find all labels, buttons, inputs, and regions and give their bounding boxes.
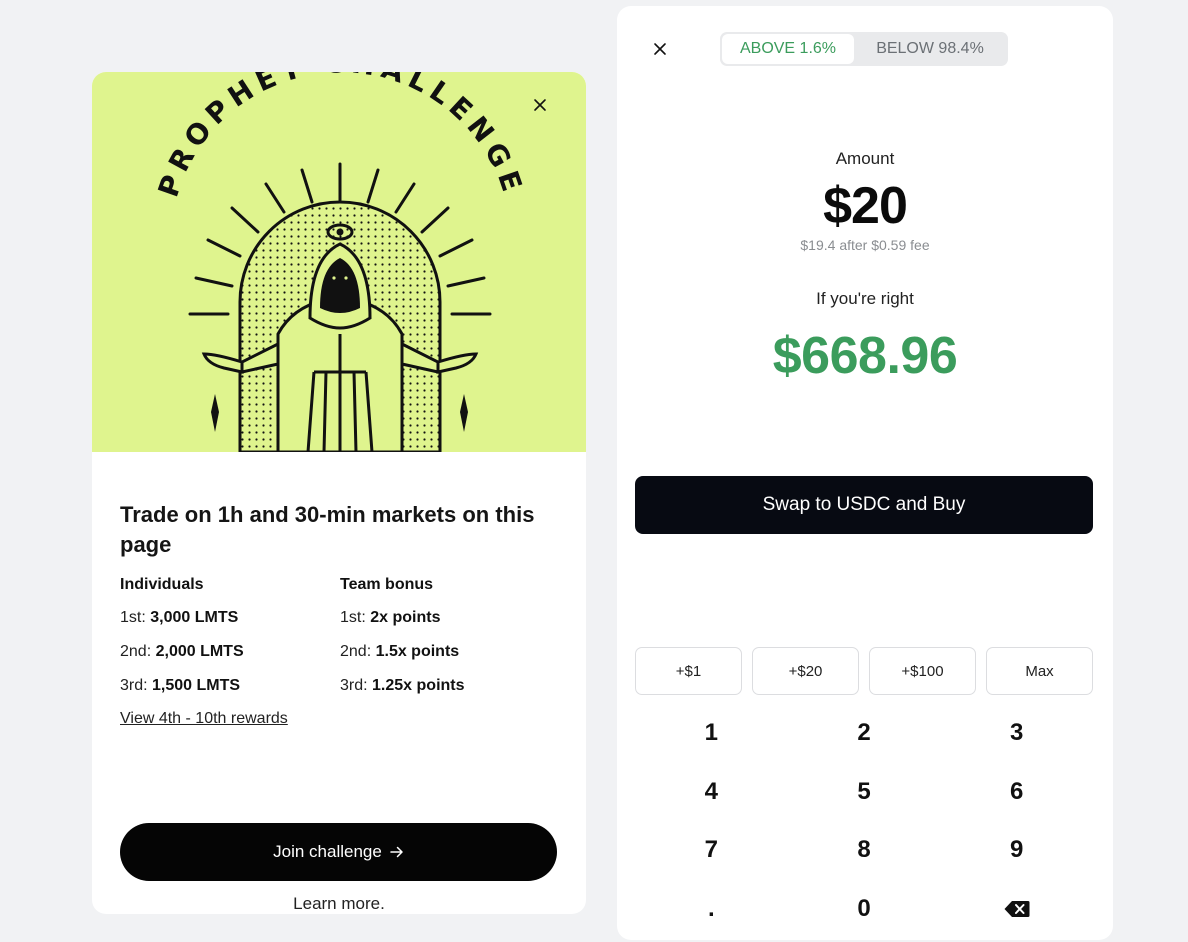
team-bonus-heading: Team bonus	[340, 576, 434, 593]
place-label: 1st:	[340, 609, 366, 626]
sparkle-icon	[460, 394, 468, 432]
prize-row: 2nd: 2,000 LMTS	[120, 642, 340, 662]
max-button[interactable]: Max	[986, 647, 1093, 695]
promo-title: Trade on 1h and 30-min markets on this p…	[120, 502, 535, 557]
add-1-button[interactable]: +$1	[635, 647, 742, 695]
amount-label: Amount	[835, 149, 895, 168]
potential-payout-value: $668.96	[772, 327, 958, 385]
numeric-keypad: 1 2 3 4 5 6 7 8 9 . 0	[635, 704, 1093, 938]
add-100-button[interactable]: +$100	[869, 647, 976, 695]
add-20-button[interactable]: +$20	[752, 647, 859, 695]
place-label: 3rd:	[340, 677, 368, 694]
above-option[interactable]: ABOVE 1.6%	[722, 34, 854, 64]
prophet-illustration: PROPHET CHALLENGE	[152, 72, 524, 452]
view-rewards-link[interactable]: View 4th - 10th rewards	[120, 710, 288, 728]
team-bonus-column: Team bonus 1st: 2x points 2nd: 1.5x poin…	[340, 576, 560, 710]
below-option[interactable]: BELOW 98.4%	[854, 34, 1006, 64]
bonus-value: 1.5x points	[375, 643, 460, 660]
place-label: 3rd:	[120, 677, 148, 694]
trade-panel: ABOVE 1.6% BELOW 98.4% Amount $20 $19.4 …	[617, 6, 1113, 940]
left-hand	[201, 352, 244, 374]
promo-body: Trade on 1h and 30-min markets on this p…	[120, 500, 560, 728]
potential-payout-label: If you're right	[816, 289, 914, 308]
individuals-heading: Individuals	[120, 576, 204, 593]
join-challenge-button[interactable]: Join challenge	[120, 823, 557, 881]
key-1[interactable]: 1	[635, 704, 788, 763]
key-8[interactable]: 8	[788, 821, 941, 880]
close-icon	[534, 99, 546, 111]
backspace-icon	[1004, 900, 1030, 917]
key-6[interactable]: 6	[940, 763, 1093, 822]
prize-tables: Individuals 1st: 3,000 LMTS 2nd: 2,000 L…	[120, 576, 560, 710]
prize-row: 1st: 3,000 LMTS	[120, 608, 340, 628]
place-label: 1st:	[120, 609, 146, 626]
bonus-row: 1st: 2x points	[340, 608, 560, 628]
amount-value[interactable]: $20	[617, 176, 1113, 236]
prize-row: 3rd: 1,500 LMTS	[120, 676, 340, 696]
swap-and-buy-button[interactable]: Swap to USDC and Buy	[635, 476, 1093, 534]
quick-amount-row: +$1 +$20 +$100 Max	[635, 647, 1093, 695]
prize-value: 1,500 LMTS	[152, 677, 241, 694]
bonus-value: 2x points	[370, 609, 441, 626]
key-0[interactable]: 0	[788, 880, 941, 939]
bonus-value: 1.25x points	[372, 677, 465, 694]
key-2[interactable]: 2	[788, 704, 941, 763]
outcome-toggle: ABOVE 1.6% BELOW 98.4%	[720, 32, 1008, 66]
place-label: 2nd:	[340, 643, 372, 660]
prize-value: 3,000 LMTS	[150, 609, 239, 626]
key-9[interactable]: 9	[940, 821, 1093, 880]
fee-note: $19.4 after $0.59 fee	[800, 237, 930, 253]
learn-more-link[interactable]: Learn more.	[92, 894, 586, 914]
prize-value: 2,000 LMTS	[155, 643, 244, 660]
key-7[interactable]: 7	[635, 821, 788, 880]
bonus-row: 3rd: 1.25x points	[340, 676, 560, 696]
prophet-hero-illustration: PROPHET CHALLENGE	[92, 72, 586, 452]
key-4[interactable]: 4	[635, 763, 788, 822]
prophet-challenge-card: PROPHET CHALLENGE	[92, 72, 586, 914]
bonus-row: 2nd: 1.5x points	[340, 642, 560, 662]
sparkle-icon	[211, 394, 219, 432]
promo-close-button[interactable]	[533, 98, 559, 124]
arrow-right-icon	[390, 846, 403, 858]
individuals-column: Individuals 1st: 3,000 LMTS 2nd: 2,000 L…	[120, 576, 340, 710]
place-label: 2nd:	[120, 643, 152, 660]
key-3[interactable]: 3	[940, 704, 1093, 763]
trade-close-button[interactable]	[647, 36, 673, 62]
key-decimal[interactable]: .	[635, 880, 788, 939]
key-5[interactable]: 5	[788, 763, 941, 822]
backspace-key[interactable]	[940, 880, 1093, 939]
close-icon	[654, 43, 666, 55]
join-challenge-label: Join challenge	[273, 842, 382, 861]
right-hand	[436, 352, 479, 374]
